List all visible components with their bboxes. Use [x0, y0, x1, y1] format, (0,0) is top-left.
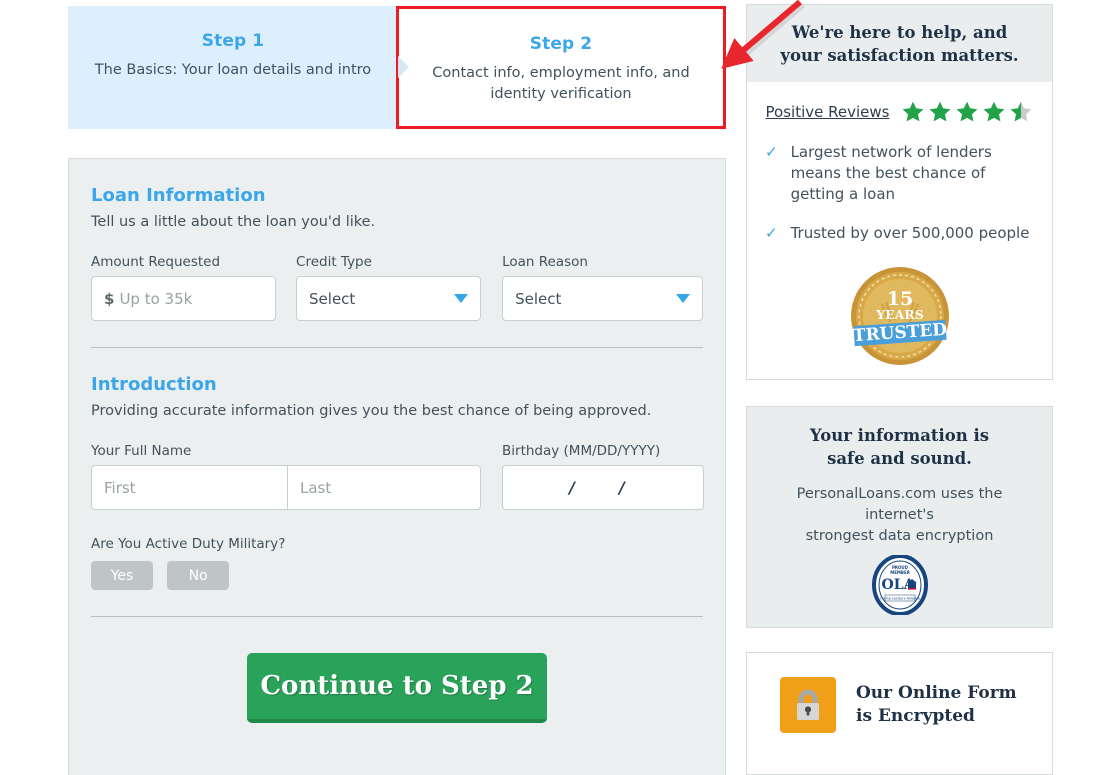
last-name-input[interactable]: Last	[287, 465, 481, 510]
step-tab-2[interactable]: Step 2 Contact info, employment info, an…	[396, 6, 726, 129]
dollar-sign-icon: $	[104, 289, 115, 308]
step-2-title: Step 2	[529, 34, 593, 54]
check-icon: ✓	[765, 224, 778, 242]
step-2-description: Contact info, employment info, and ident…	[432, 65, 690, 102]
star-icon	[957, 101, 978, 122]
benefit-text: Trusted by over 500,000 people	[790, 224, 1030, 242]
star-rating	[901, 100, 1033, 124]
trusted-seal-icon: 15 YEARS TRUSTED	[850, 267, 949, 365]
ola-seal-caption: Online Lenders Alliance	[880, 597, 920, 601]
credit-type-value: Select	[309, 289, 356, 308]
full-name-label: Your Full Name	[91, 443, 192, 459]
step-chevron-icon	[398, 56, 409, 78]
credit-type-field: Credit Type Select	[296, 254, 482, 321]
loan-fields-row: Amount Requested $ Up to 35k Credit Type…	[91, 254, 703, 321]
military-question-group: Are You Active Duty Military? Yes No	[91, 536, 703, 590]
first-name-placeholder: First	[104, 478, 136, 497]
amount-requested-input[interactable]: $ Up to 35k	[91, 276, 277, 321]
list-item: ✓ Largest network of lenders means the b…	[765, 142, 1034, 205]
lock-icon	[780, 677, 836, 733]
encryption-card-body: Our Online Form is Encrypted	[747, 653, 1052, 733]
security-heading-line-1: Your information is	[809, 426, 990, 445]
loan-reason-label: Loan Reason	[502, 254, 588, 270]
ola-seal-member: MEMBER	[890, 570, 910, 575]
security-body-line-2: strongest data encryption	[805, 528, 994, 544]
amount-requested-placeholder: Up to 35k	[119, 289, 193, 308]
annotation-arrow-icon	[721, 0, 805, 69]
benefit-list: ✓ Largest network of lenders means the b…	[747, 138, 1052, 244]
page-root: Step 1 The Basics: Your loan details and…	[0, 0, 1098, 775]
last-name-placeholder: Last	[300, 478, 332, 497]
military-yes-button[interactable]: Yes	[91, 561, 153, 590]
step-1-title: Step 1	[201, 31, 265, 51]
security-heading: Your information is safe and sound.	[761, 424, 1038, 470]
security-body-text: PersonalLoans.com uses the internet's st…	[761, 484, 1038, 547]
form-bottom-divider	[91, 616, 703, 617]
introduction-subtitle: Providing accurate information gives you…	[91, 403, 652, 419]
step-progress-bar: Step 1 The Basics: Your loan details and…	[68, 6, 726, 129]
star-icon	[930, 101, 951, 122]
credit-type-select[interactable]: Select	[296, 276, 482, 321]
amount-requested-field: Amount Requested $ Up to 35k	[91, 254, 277, 321]
security-card-body: Your information is safe and sound. Pers…	[747, 407, 1052, 627]
loan-application-form: Loan Information Tell us a little about …	[68, 158, 726, 775]
step-1-description: The Basics: Your loan details and intro	[94, 62, 372, 78]
loan-reason-value: Select	[515, 289, 562, 308]
loan-reason-select[interactable]: Select	[502, 276, 703, 321]
list-item: ✓ Trusted by over 500,000 people	[765, 223, 1034, 244]
birthday-separator-1: /	[569, 478, 575, 497]
chevron-down-icon	[454, 294, 469, 303]
benefit-text: Largest network of lenders means the bes…	[790, 143, 992, 203]
military-label: Are You Active Duty Military?	[91, 536, 286, 552]
first-name-input[interactable]: First	[91, 465, 287, 510]
credit-type-label: Credit Type	[296, 254, 372, 270]
loan-information-heading: Loan Information	[91, 185, 266, 206]
encryption-text: Our Online Form is Encrypted	[856, 682, 1017, 728]
encryption-card: Our Online Form is Encrypted	[746, 652, 1053, 775]
loan-information-subtitle: Tell us a little about the loan you'd li…	[91, 214, 376, 230]
chevron-down-icon	[676, 294, 690, 303]
check-icon: ✓	[765, 143, 778, 161]
step-tab-1[interactable]: Step 1 The Basics: Your loan details and…	[68, 6, 398, 129]
loan-reason-field: Loan Reason Select	[502, 254, 703, 321]
continue-to-step-2-button[interactable]: Continue to Step 2	[247, 653, 547, 723]
full-name-field: Your Full Name First Last	[91, 443, 481, 510]
encryption-line-1: Our Online Form	[856, 683, 1017, 703]
encryption-line-2: is Encrypted	[856, 706, 975, 726]
introduction-heading: Introduction	[91, 374, 217, 395]
security-body-line-1: PersonalLoans.com uses the internet's	[796, 486, 1003, 523]
section-divider	[91, 347, 703, 348]
birthday-field: Birthday (MM/DD/YYYY) / /	[502, 443, 704, 510]
amount-requested-label: Amount Requested	[91, 254, 221, 270]
security-card: Your information is safe and sound. Pers…	[746, 406, 1053, 628]
ola-seal-icon: PROUD MEMBER OLA Online Lenders Alliance	[871, 554, 928, 620]
trusted-badge-wrap: 15 YEARS TRUSTED	[747, 262, 1052, 372]
star-icon	[984, 101, 1005, 122]
security-heading-line-2: safe and sound.	[827, 449, 972, 468]
birthday-inputs[interactable]: / /	[502, 465, 704, 510]
badge-years-label: YEARS	[875, 307, 924, 322]
birthday-separator-2: /	[619, 478, 625, 497]
military-no-button[interactable]: No	[167, 561, 230, 590]
birthday-label: Birthday (MM/DD/YYYY)	[502, 443, 661, 459]
intro-fields-row: Your Full Name First Last Birthday (MM/D…	[91, 443, 704, 510]
star-icon	[903, 101, 924, 122]
star-half-icon	[1011, 101, 1032, 122]
full-name-inputs: First Last	[91, 465, 481, 510]
